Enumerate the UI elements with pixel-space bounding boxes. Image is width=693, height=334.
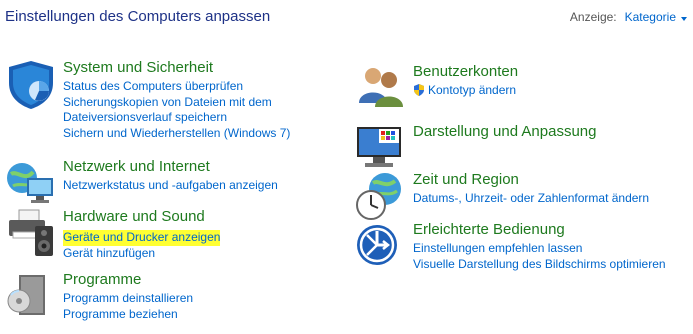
ease-of-access-icon[interactable] — [355, 221, 407, 273]
link-add-device[interactable]: Gerät hinzufügen — [63, 246, 220, 262]
category-title[interactable]: Hardware und Sound — [63, 208, 220, 226]
view-by: Anzeige: Kategorie — [570, 10, 687, 24]
link-uninstall-program[interactable]: Programm deinstallieren — [63, 291, 193, 307]
view-by-value: Kategorie — [624, 10, 676, 24]
link-network-status[interactable]: Netzwerkstatus und -aufgaben anzeigen — [63, 178, 278, 194]
link-backup-restore[interactable]: Sichern und Wiederherstellen (Windows 7) — [63, 126, 290, 142]
category-title[interactable]: Zeit und Region — [413, 171, 649, 189]
link-get-programs[interactable]: Programme beziehen — [63, 307, 193, 323]
printer-speaker-icon[interactable] — [5, 208, 57, 260]
network-globe-icon[interactable] — [5, 158, 57, 210]
display-icon[interactable] — [355, 123, 407, 175]
users-icon[interactable] — [355, 63, 407, 115]
page-title: Einstellungen des Computers anpassen — [5, 8, 271, 25]
category-title[interactable]: Benutzerkonten — [413, 63, 518, 81]
uac-shield-icon — [414, 84, 424, 96]
view-by-label: Anzeige: — [569, 10, 617, 24]
link-change-account-type[interactable]: Kontotyp ändern — [413, 83, 518, 99]
category-title[interactable]: System und Sicherheit — [63, 59, 290, 77]
link-file-history-cont[interactable]: Dateiversionsverlauf speichern — [63, 110, 290, 126]
category-title[interactable]: Netzwerk und Internet — [63, 158, 278, 176]
category-title[interactable]: Erleichterte Bedienung — [413, 221, 666, 239]
link-devices-printers[interactable]: Geräte und Drucker anzeigen — [63, 230, 221, 246]
link-check-status[interactable]: Status des Computers überprüfen — [63, 79, 290, 95]
view-by-dropdown[interactable]: Kategorie — [625, 10, 687, 24]
clock-globe-icon[interactable] — [355, 171, 407, 223]
link-recommend-settings[interactable]: Einstellungen empfehlen lassen — [413, 241, 666, 257]
link-file-history[interactable]: Sicherungskopien von Dateien mit dem — [63, 95, 290, 111]
link-label: Kontotyp ändern — [428, 83, 517, 97]
chevron-down-icon — [681, 17, 687, 21]
programs-disk-icon[interactable] — [5, 271, 57, 323]
link-date-time-format[interactable]: Datums-, Uhrzeit- oder Zahlenformat ände… — [413, 191, 649, 207]
security-shield-icon[interactable] — [5, 59, 57, 111]
category-title[interactable]: Darstellung und Anpassung — [413, 123, 596, 141]
link-optimize-display[interactable]: Visuelle Darstellung des Bildschirms opt… — [413, 257, 666, 273]
category-title[interactable]: Programme — [63, 271, 193, 289]
